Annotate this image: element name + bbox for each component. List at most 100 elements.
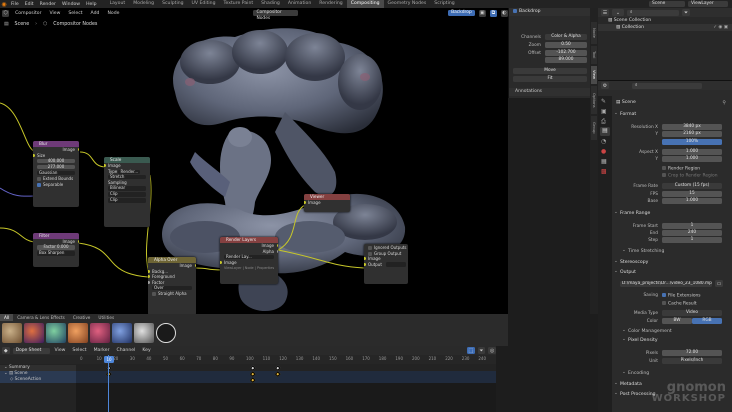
group-output-checkbox[interactable] xyxy=(368,251,372,256)
ignored-outputs-checkbox[interactable] xyxy=(368,246,372,250)
filter-output-socket[interactable] xyxy=(77,240,79,244)
filter-node[interactable]: Filter Image Factor 0.000 Box Sharpen xyxy=(33,233,79,267)
node-editor-area[interactable]: Blur Image Size 400.000 277.000 Gaussian… xyxy=(0,8,508,314)
workspace-tab-sculpting[interactable]: Sculpting xyxy=(158,0,187,8)
frame-step-field[interactable]: 1 xyxy=(662,237,722,243)
cache-result-row[interactable]: Cache Result xyxy=(662,301,697,307)
output-panel-header[interactable]: Output xyxy=(612,268,730,277)
fps-field[interactable]: 15 xyxy=(662,191,722,197)
alpha-over-output-socket[interactable] xyxy=(194,264,196,268)
group-output-image-socket[interactable] xyxy=(364,257,366,261)
breadcrumb-scene[interactable]: Scene xyxy=(15,22,30,27)
fit-button[interactable]: Fit xyxy=(513,76,587,82)
menu-add[interactable]: Add xyxy=(89,11,102,16)
blur-node[interactable]: Blur Image Size 400.000 277.000 Gaussian… xyxy=(33,141,79,207)
editor-name[interactable]: Compositor xyxy=(13,11,43,16)
alpha-over-factor-socket[interactable] xyxy=(148,280,150,284)
zoom-field[interactable]: 0.50 xyxy=(545,42,587,48)
menu-view[interactable]: View xyxy=(47,11,62,16)
pin-icon[interactable]: ⚲ xyxy=(722,100,726,106)
alpha-over-mode-dropdown[interactable]: Over xyxy=(152,285,192,290)
render-layers-alpha-socket[interactable] xyxy=(276,249,278,253)
cache-result-checkbox[interactable] xyxy=(662,301,666,305)
offset-y-field[interactable]: 89.000 xyxy=(545,57,587,63)
sidebar-tab-options[interactable]: Options xyxy=(591,86,597,114)
editor-type-icon[interactable]: ⬡ xyxy=(2,9,10,17)
outliner-search-input[interactable]: ⌕ xyxy=(627,9,679,16)
frame-end-field[interactable]: 240 xyxy=(662,230,722,236)
workspace-tab-rendering[interactable]: Rendering xyxy=(315,0,346,8)
texture-tab-icon[interactable]: ▩ xyxy=(601,168,607,175)
keyframe-area[interactable] xyxy=(76,365,496,412)
summary-expand-icon[interactable]: ⌄ xyxy=(0,365,9,370)
scale-clip2-dropdown[interactable]: Clip xyxy=(108,197,146,203)
asset-thumbnail[interactable] xyxy=(134,323,154,343)
workspace-tab-texture-paint[interactable]: Texture Paint xyxy=(220,0,258,8)
overlay-icon[interactable]: ◐ xyxy=(500,9,508,17)
scale-input-socket[interactable] xyxy=(104,164,106,168)
only-selected-icon[interactable]: ⬚ xyxy=(466,347,475,354)
alpha-over-fg-socket[interactable] xyxy=(148,275,150,279)
render-region-checkbox[interactable] xyxy=(662,166,666,170)
frame-start-field[interactable]: 1 xyxy=(662,223,722,229)
group-output-color-field[interactable] xyxy=(385,262,406,267)
file-extensions-row[interactable]: File Extensions xyxy=(662,293,701,299)
extend-bounds-checkbox[interactable] xyxy=(37,177,41,181)
render-layers-input-socket[interactable] xyxy=(220,261,222,265)
view-layer-tab-icon[interactable]: ▤ xyxy=(600,127,610,136)
sidebar-tab-group[interactable]: Group xyxy=(591,116,597,140)
workspace-tab-geometry-nodes[interactable]: Geometry Nodes xyxy=(384,0,431,8)
filter-factor-field[interactable]: Factor 0.000 xyxy=(37,244,75,250)
base-field[interactable]: 1.000 xyxy=(662,198,722,204)
dope-menu-view[interactable]: View xyxy=(53,348,68,353)
proportional-edit-icon[interactable]: ◎ xyxy=(488,347,496,354)
view-layer-selector[interactable]: ViewLayer xyxy=(688,1,728,7)
render-layers-node[interactable]: Render Layers Image Alpha Render Lay... … xyxy=(220,237,278,284)
asset-thumbnail[interactable] xyxy=(90,323,110,343)
unit-dropdown[interactable]: Pixels/Inch xyxy=(662,358,722,364)
straight-alpha-checkbox[interactable] xyxy=(152,292,156,296)
render-layers-image-socket[interactable] xyxy=(276,244,278,248)
properties-search-input[interactable]: ⌕ xyxy=(632,82,702,89)
backdrop-toggle-button[interactable]: Backdrop xyxy=(448,10,475,16)
pixel-density-panel-header[interactable]: Pixel Density xyxy=(620,336,730,345)
alpha-over-bg-socket[interactable] xyxy=(148,269,150,273)
render-layers-scene-dropdown[interactable]: Render Lay... xyxy=(224,254,274,259)
sidebar-tab-tool[interactable]: Tool xyxy=(591,46,597,64)
menu-file[interactable]: File xyxy=(8,2,22,7)
current-frame-indicator[interactable]: 10 xyxy=(104,356,114,363)
workspace-tab-layout[interactable]: Layout xyxy=(106,0,130,8)
render-region-row[interactable]: Render Region xyxy=(662,166,700,172)
node-tree-selector[interactable]: Compositor Nodes xyxy=(253,10,299,21)
asset-thumbnail[interactable] xyxy=(68,323,88,343)
scene-tab-icon[interactable]: ◔ xyxy=(601,138,606,145)
dope-menu-marker[interactable]: Marker xyxy=(92,348,112,353)
group-output-node[interactable]: Ignored Outputs Group Output Image Outpu… xyxy=(364,244,408,284)
asset-thumbnail[interactable] xyxy=(46,323,66,343)
backdrop-panel-header[interactable]: Backdrop xyxy=(509,8,590,16)
asset-thumbnail[interactable] xyxy=(24,323,44,343)
outliner-filter-icon[interactable]: ⏷ xyxy=(682,9,690,16)
filter-icon[interactable]: ⏷ xyxy=(477,347,486,354)
blur-type-dropdown[interactable]: Gaussian xyxy=(37,170,75,175)
workspace-tab-compositing[interactable]: Compositing xyxy=(346,0,384,8)
backdrop-enable-checkbox[interactable] xyxy=(513,8,517,13)
alpha-over-node[interactable]: Alpha Over Image Backg... Foreground Fac… xyxy=(148,257,196,314)
time-stretching-panel[interactable]: Time Stretching xyxy=(620,247,730,256)
sidebar-tab-node[interactable]: Node xyxy=(591,22,597,44)
scale-stretch-dropdown[interactable]: Stretch xyxy=(108,174,146,179)
sidebar-tab-view[interactable]: View xyxy=(591,66,597,84)
menu-select[interactable]: Select xyxy=(66,11,84,16)
collection-visibility-icon[interactable]: ✓ ◉ ▣ xyxy=(713,24,728,31)
folder-icon[interactable]: ▭ xyxy=(715,280,723,287)
blur-size-x-field[interactable]: 400.000 xyxy=(37,158,75,163)
workspace-tab-modeling[interactable]: Modeling xyxy=(129,0,158,8)
menu-window[interactable]: Window xyxy=(59,2,83,7)
stereoscopy-panel-header[interactable]: Stereoscopy xyxy=(612,258,730,267)
asset-tab-utilities[interactable]: Utilities xyxy=(94,314,118,321)
color-bw-button[interactable]: BW xyxy=(662,318,692,324)
crop-row[interactable]: Crop to Render Region xyxy=(662,173,718,179)
output-tab-icon[interactable]: ⎙ xyxy=(601,118,606,126)
scene-expand-icon[interactable]: ⌄ ▤ xyxy=(0,371,14,376)
frame-range-panel-header[interactable]: Frame Range xyxy=(612,209,730,218)
